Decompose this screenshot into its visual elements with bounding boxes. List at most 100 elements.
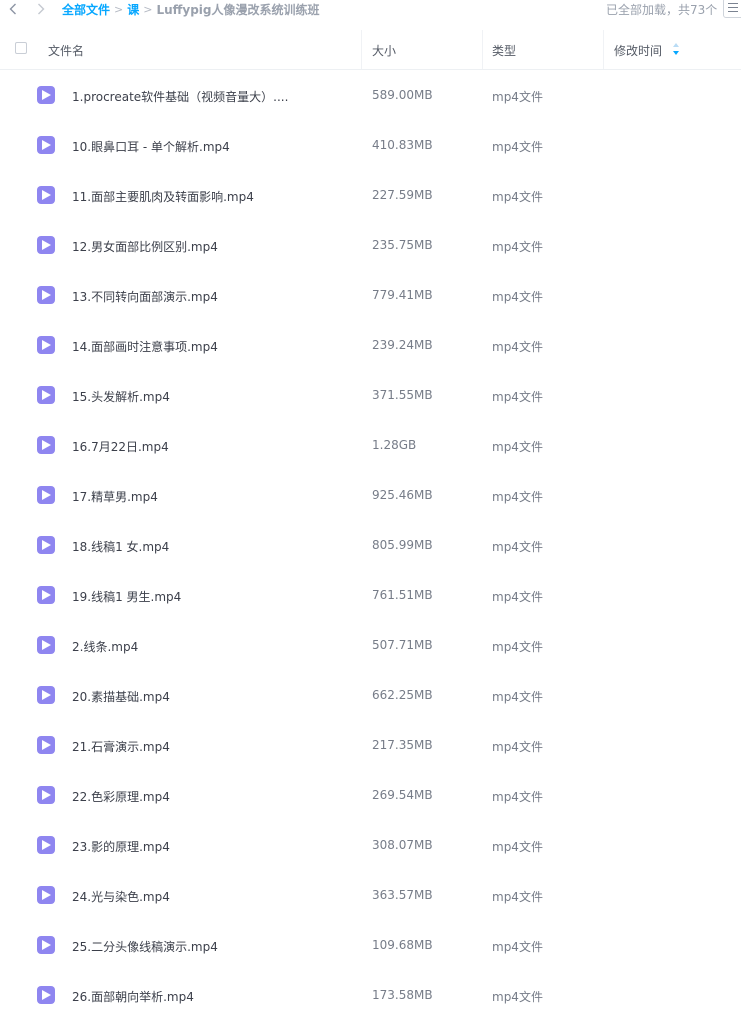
- file-size: 589.00MB: [372, 88, 433, 102]
- file-name[interactable]: 13.不同转向面部演示.mp4: [72, 288, 218, 305]
- video-file-icon: [37, 736, 55, 754]
- file-name[interactable]: 19.线稿1 男生.mp4: [72, 588, 181, 605]
- file-type: mp4文件: [492, 890, 543, 904]
- file-name[interactable]: 14.面部画时注意事项.mp4: [72, 338, 218, 355]
- file-row[interactable]: 26.面部朝向举析.mp4 173.58MB mp4文件: [0, 970, 741, 1020]
- file-name[interactable]: 15.头发解析.mp4: [72, 388, 170, 405]
- file-size: 761.51MB: [372, 588, 433, 602]
- column-divider[interactable]: [603, 30, 604, 69]
- list-view-toggle[interactable]: [723, 0, 741, 18]
- file-type: mp4文件: [492, 240, 543, 254]
- column-divider[interactable]: [361, 30, 362, 69]
- file-type: mp4文件: [492, 590, 543, 604]
- breadcrumb-root[interactable]: 全部文件: [62, 1, 110, 18]
- video-file-icon: [37, 436, 55, 454]
- file-row[interactable]: 10.眼鼻口耳 - 单个解析.mp4 410.83MB mp4文件: [0, 120, 741, 170]
- file-type: mp4文件: [492, 190, 543, 204]
- file-size: 363.57MB: [372, 888, 433, 902]
- video-file-icon: [37, 486, 55, 504]
- file-row[interactable]: 16.7月22日.mp4 1.28GB mp4文件: [0, 420, 741, 470]
- file-type: mp4文件: [492, 440, 543, 454]
- file-type: mp4文件: [492, 490, 543, 504]
- column-header-type[interactable]: 类型: [492, 42, 516, 59]
- file-row[interactable]: 17.精草男.mp4 925.46MB mp4文件: [0, 470, 741, 520]
- file-row[interactable]: 13.不同转向面部演示.mp4 779.41MB mp4文件: [0, 270, 741, 320]
- file-name[interactable]: 1.procreate软件基础（视频音量大）....: [72, 88, 288, 105]
- file-row[interactable]: 22.色彩原理.mp4 269.54MB mp4文件: [0, 770, 741, 820]
- file-row[interactable]: 24.光与染色.mp4 363.57MB mp4文件: [0, 870, 741, 920]
- select-all-checkbox[interactable]: [15, 42, 27, 54]
- file-name[interactable]: 24.光与染色.mp4: [72, 888, 170, 905]
- file-row[interactable]: 21.石膏演示.mp4 217.35MB mp4文件: [0, 720, 741, 770]
- file-size: 925.46MB: [372, 488, 433, 502]
- file-size: 227.59MB: [372, 188, 433, 202]
- file-name[interactable]: 17.精草男.mp4: [72, 488, 158, 505]
- file-name[interactable]: 20.素描基础.mp4: [72, 688, 170, 705]
- file-row[interactable]: 14.面部画时注意事项.mp4 239.24MB mp4文件: [0, 320, 741, 370]
- file-type: mp4文件: [492, 940, 543, 954]
- file-size: 217.35MB: [372, 738, 433, 752]
- file-type: mp4文件: [492, 840, 543, 854]
- breadcrumb-current: Luffypig人像漫改系统训练班: [156, 3, 320, 17]
- file-type: mp4文件: [492, 690, 543, 704]
- file-row[interactable]: 18.线稿1 女.mp4 805.99MB mp4文件: [0, 520, 741, 570]
- file-row[interactable]: 20.素描基础.mp4 662.25MB mp4文件: [0, 670, 741, 720]
- file-size: 507.71MB: [372, 638, 433, 652]
- column-divider[interactable]: [482, 30, 483, 69]
- chevron-right-icon[interactable]: [34, 0, 48, 18]
- file-name[interactable]: 21.石膏演示.mp4: [72, 738, 170, 755]
- file-size: 308.07MB: [372, 838, 433, 852]
- column-header-size[interactable]: 大小: [372, 42, 396, 59]
- file-name[interactable]: 11.面部主要肌肉及转面影响.mp4: [72, 188, 254, 205]
- file-name[interactable]: 23.影的原理.mp4: [72, 838, 170, 855]
- file-name[interactable]: 25.二分头像线稿演示.mp4: [72, 938, 218, 955]
- file-name[interactable]: 10.眼鼻口耳 - 单个解析.mp4: [72, 138, 230, 155]
- file-size: 269.54MB: [372, 788, 433, 802]
- file-name[interactable]: 16.7月22日.mp4: [72, 438, 169, 455]
- file-row[interactable]: 2.线条.mp4 507.71MB mp4文件: [0, 620, 741, 670]
- breadcrumb-separator: >: [114, 3, 124, 16]
- file-type: mp4文件: [492, 640, 543, 654]
- file-row[interactable]: 11.面部主要肌肉及转面影响.mp4 227.59MB mp4文件: [0, 170, 741, 220]
- video-file-icon: [37, 86, 55, 104]
- video-file-icon: [37, 686, 55, 704]
- file-row[interactable]: 12.男女面部比例区别.mp4 235.75MB mp4文件: [0, 220, 741, 270]
- file-name[interactable]: 2.线条.mp4: [72, 638, 138, 655]
- file-name[interactable]: 18.线稿1 女.mp4: [72, 538, 169, 555]
- file-row[interactable]: 1.procreate软件基础（视频音量大）.... 589.00MB mp4文件: [0, 70, 741, 120]
- file-size: 239.24MB: [372, 338, 433, 352]
- file-row[interactable]: 25.二分头像线稿演示.mp4 109.68MB mp4文件: [0, 920, 741, 970]
- file-size: 410.83MB: [372, 138, 433, 152]
- video-file-icon: [37, 186, 55, 204]
- file-type: mp4文件: [492, 90, 543, 104]
- video-file-icon: [37, 986, 55, 1004]
- file-name[interactable]: 26.面部朝向举析.mp4: [72, 988, 194, 1005]
- column-header-modified[interactable]: 修改时间: [614, 42, 662, 59]
- file-size: 805.99MB: [372, 538, 433, 552]
- breadcrumb-folder[interactable]: 课: [127, 1, 139, 18]
- file-type: mp4文件: [492, 140, 543, 154]
- file-row[interactable]: 15.头发解析.mp4 371.55MB mp4文件: [0, 370, 741, 420]
- video-file-icon: [37, 786, 55, 804]
- file-size: 173.58MB: [372, 988, 433, 1002]
- column-header-name[interactable]: 文件名: [48, 42, 84, 59]
- sort-icon[interactable]: [673, 43, 679, 55]
- video-file-icon: [37, 586, 55, 604]
- breadcrumb-separator: >: [143, 3, 153, 16]
- file-list: 1.procreate软件基础（视频音量大）.... 589.00MB mp4文件 1…: [0, 70, 741, 1020]
- file-size: 779.41MB: [372, 288, 433, 302]
- file-size: 371.55MB: [372, 388, 433, 402]
- file-row[interactable]: 19.线稿1 男生.mp4 761.51MB mp4文件: [0, 570, 741, 620]
- file-row[interactable]: 23.影的原理.mp4 308.07MB mp4文件: [0, 820, 741, 870]
- file-size: 662.25MB: [372, 688, 433, 702]
- file-name[interactable]: 22.色彩原理.mp4: [72, 788, 170, 805]
- video-file-icon: [37, 136, 55, 154]
- chevron-left-icon[interactable]: [6, 0, 20, 18]
- list-view-icon: [728, 11, 738, 12]
- video-file-icon: [37, 636, 55, 654]
- file-type: mp4文件: [492, 290, 543, 304]
- top-navigation-bar: 全部文件 > 课 > Luffypig人像漫改系统训练班 已全部加载，共73个: [0, 0, 741, 20]
- video-file-icon: [37, 536, 55, 554]
- file-type: mp4文件: [492, 790, 543, 804]
- file-name[interactable]: 12.男女面部比例区别.mp4: [72, 238, 218, 255]
